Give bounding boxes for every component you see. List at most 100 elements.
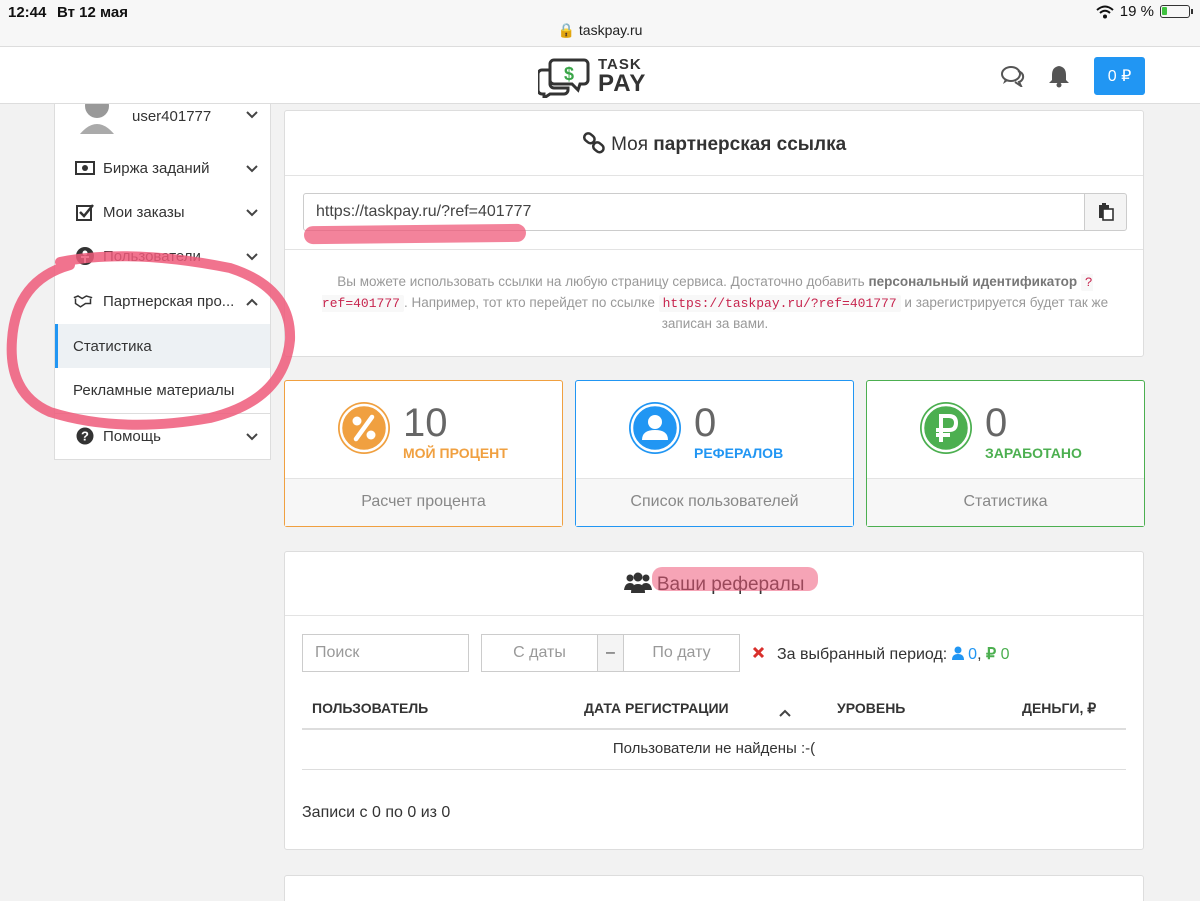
chevron-down-icon bbox=[246, 204, 258, 221]
title-bold: партнерская ссылка bbox=[653, 134, 847, 155]
referral-link-panel: Моя партнерская ссылка https://taskpay.r… bbox=[284, 110, 1144, 357]
stat-card-referrals: 0 РЕФЕРАЛОВ Список пользователей bbox=[575, 380, 854, 527]
search-input[interactable]: Поиск bbox=[302, 634, 469, 672]
ref-code-url: https://taskpay.ru/?ref=401777 bbox=[658, 295, 901, 312]
stat-value: 0 bbox=[985, 401, 1008, 445]
column-header-date[interactable]: ДАТА РЕГИСТРАЦИИ bbox=[584, 700, 729, 716]
ruble-icon bbox=[920, 402, 972, 454]
bell-icon[interactable] bbox=[1048, 64, 1070, 93]
divider bbox=[302, 728, 1126, 730]
period-summary: За выбранный период: 0, ₽ 0 bbox=[777, 646, 1010, 663]
period-users: 0 bbox=[968, 646, 978, 663]
ruble-small-icon: ₽ bbox=[985, 646, 997, 663]
chevron-down-icon bbox=[246, 428, 258, 445]
sidebar-item-label: Партнерская про... bbox=[103, 292, 235, 310]
sidebar-item-partner[interactable]: Партнерская про... bbox=[55, 279, 270, 323]
sidebar-subitem-promo[interactable]: Рекламные материалы bbox=[55, 368, 270, 412]
column-header-level[interactable]: УРОВЕНЬ bbox=[837, 700, 905, 716]
sidebar-item-label: Мои заказы bbox=[103, 203, 185, 221]
chat-dollar-icon: $ bbox=[538, 58, 590, 98]
referral-link-input[interactable]: https://taskpay.ru/?ref=401777 bbox=[303, 193, 1085, 231]
clipboard-icon bbox=[1098, 203, 1114, 221]
stat-label: РЕФЕРАЛОВ bbox=[694, 445, 784, 461]
svg-text:$: $ bbox=[564, 64, 574, 84]
chevron-down-icon bbox=[246, 106, 258, 123]
column-header-user[interactable]: ПОЛЬЗОВАТЕЛЬ bbox=[312, 700, 428, 716]
battery-level bbox=[1162, 7, 1167, 15]
site-header: $ TASK PAY 0 ₽ bbox=[0, 46, 1200, 104]
url-text: taskpay.ru bbox=[578, 22, 643, 38]
stat-footer-link[interactable]: Список пользователей bbox=[576, 478, 853, 526]
avatar bbox=[78, 104, 116, 134]
user-small-icon bbox=[951, 646, 964, 663]
users-icon bbox=[623, 572, 652, 595]
address-bar[interactable]: 🔒 taskpay.ru bbox=[0, 22, 1200, 39]
question-icon: ? bbox=[75, 426, 95, 446]
date-from-input[interactable]: С даты bbox=[481, 634, 598, 672]
referral-info: Вы можете использовать ссылки на любую с… bbox=[305, 272, 1125, 334]
sidebar: user401777 Биржа заданий Мои заказы Поль… bbox=[54, 104, 271, 460]
period-money: 0 bbox=[1000, 646, 1010, 663]
user-circle-icon bbox=[75, 246, 95, 266]
stat-value: 0 bbox=[694, 401, 717, 445]
money-icon bbox=[75, 158, 95, 178]
stat-card-earned: 0 ЗАРАБОТАНО Статистика bbox=[866, 380, 1145, 527]
date-separator: – bbox=[597, 634, 624, 672]
copy-button[interactable] bbox=[1084, 193, 1127, 231]
sidebar-item-orders[interactable]: Мои заказы bbox=[55, 190, 270, 234]
chat-icon[interactable] bbox=[1001, 65, 1025, 92]
lock-icon: 🔒 bbox=[557, 22, 575, 38]
chevron-down-icon bbox=[246, 248, 258, 265]
battery-percent: 19 % bbox=[1119, 3, 1154, 20]
clear-icon[interactable] bbox=[752, 646, 765, 664]
stat-label: МОЙ ПРОЦЕНТ bbox=[403, 445, 508, 461]
svg-text:?: ? bbox=[81, 429, 89, 444]
empty-message: Пользователи не найдены :-( bbox=[612, 740, 816, 757]
sidebar-item-users[interactable]: Пользователи bbox=[55, 234, 270, 278]
sidebar-user[interactable]: user401777 bbox=[55, 104, 270, 148]
panel-title: Моя партнерская ссылка bbox=[285, 132, 1143, 156]
divider bbox=[302, 769, 1126, 770]
user-icon bbox=[629, 402, 681, 454]
referrals-title: Ваши рефералы bbox=[656, 574, 805, 595]
sidebar-item-label: Помощь bbox=[103, 427, 161, 445]
info-text: . Например, тот кто перейдет по ссылке bbox=[403, 295, 655, 310]
stat-value: 10 bbox=[403, 401, 448, 445]
sort-up-icon[interactable] bbox=[779, 704, 791, 722]
sidebar-item-label: Биржа заданий bbox=[103, 159, 210, 177]
info-text: Вы можете использовать ссылки на любую с… bbox=[337, 274, 865, 289]
username: user401777 bbox=[132, 108, 212, 125]
info-bold: персональный идентификатор bbox=[868, 274, 1078, 289]
stat-footer-link[interactable]: Расчет процента bbox=[285, 478, 562, 526]
logo-pay: PAY bbox=[598, 69, 647, 97]
checkbox-icon bbox=[75, 202, 95, 222]
wifi-icon bbox=[1096, 5, 1114, 18]
divider bbox=[285, 615, 1143, 616]
chevron-up-icon bbox=[246, 293, 258, 310]
balance-button[interactable]: 0 ₽ bbox=[1094, 57, 1145, 95]
next-panel bbox=[284, 875, 1144, 901]
sidebar-item-tasks[interactable]: Биржа заданий bbox=[55, 146, 270, 190]
chevron-down-icon bbox=[246, 160, 258, 177]
stat-label: ЗАРАБОТАНО bbox=[985, 445, 1082, 461]
period-label: За выбранный период: bbox=[777, 646, 948, 663]
column-header-money[interactable]: ДЕНЬГИ, ₽ bbox=[1022, 700, 1096, 717]
divider bbox=[285, 249, 1143, 250]
stat-footer-link[interactable]: Статистика bbox=[867, 478, 1144, 526]
status-time: 12:44 bbox=[8, 4, 47, 21]
stat-card-percent: 10 МОЙ ПРОЦЕНТ Расчет процента bbox=[284, 380, 563, 527]
sidebar-item-label: Пользователи bbox=[103, 247, 201, 265]
records-info: Записи с 0 по 0 из 0 bbox=[302, 804, 451, 821]
battery-icon bbox=[1160, 5, 1193, 18]
divider bbox=[285, 175, 1143, 176]
sidebar-item-help[interactable]: ? Помощь bbox=[55, 414, 270, 458]
date-to-input[interactable]: По дату bbox=[623, 634, 740, 672]
title-plain: Моя bbox=[611, 134, 649, 155]
taskpay-logo[interactable]: $ TASK PAY bbox=[538, 56, 646, 98]
percent-icon bbox=[338, 402, 390, 454]
handshake-icon bbox=[73, 291, 93, 311]
link-icon bbox=[582, 132, 606, 155]
ios-status-bar: 12:44 Вт 12 мая 19 % 🔒 taskpay.ru bbox=[0, 0, 1200, 46]
sidebar-subitem-statistics[interactable]: Статистика bbox=[55, 324, 270, 368]
status-date: Вт 12 мая bbox=[57, 4, 128, 21]
